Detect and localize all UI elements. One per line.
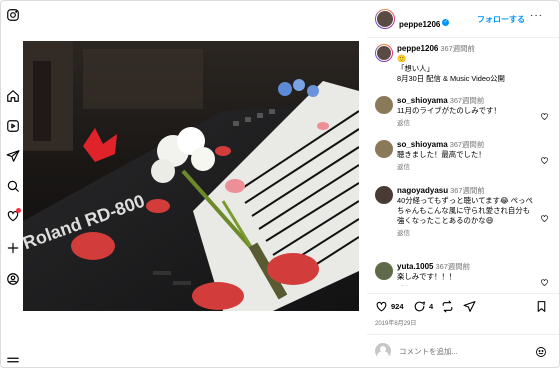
- like-count[interactable]: 924: [391, 302, 404, 311]
- like-comment-icon[interactable]: [540, 210, 549, 222]
- comment-time: 367週間前: [435, 262, 470, 271]
- share-button[interactable]: [463, 300, 476, 313]
- instagram-post-window: Roland RD-800 peppe1206 ✓ フォローする ··· pep…: [0, 0, 560, 368]
- bookmark-icon: [537, 301, 546, 312]
- caption-text: peppe1206 367週間前 🙂 「想い人」 8月30日 配信 & Music…: [397, 44, 537, 84]
- post-sidebar: peppe1206 ✓ フォローする ··· peppe1206 367週間前 🙂 …: [367, 1, 559, 367]
- current-user-avatar: [375, 343, 391, 359]
- post-date: 2019年8月29日: [375, 321, 417, 327]
- reply-button[interactable]: 返信: [397, 229, 537, 239]
- left-navigation: [1, 1, 23, 367]
- add-comment-bar: コメントを追加...: [367, 334, 559, 367]
- caption-time[interactable]: 367週間前: [440, 44, 475, 53]
- post-image[interactable]: Roland RD-800: [23, 41, 359, 311]
- comment-text: 11月のライブがたのしみです！: [397, 106, 501, 115]
- emoji-icon[interactable]: [535, 345, 547, 357]
- repost-button[interactable]: [441, 300, 454, 313]
- comment-username[interactable]: so_shioyama: [397, 140, 448, 149]
- share-icon: [463, 301, 476, 312]
- heart-icon: [376, 301, 387, 312]
- comment-username[interactable]: so_shioyama: [397, 96, 448, 105]
- repost-icon: [442, 300, 453, 313]
- comment-text: 聴きました！最高でした！: [397, 150, 486, 159]
- messages-icon[interactable]: [6, 149, 20, 163]
- save-button[interactable]: [535, 300, 548, 313]
- reply-button[interactable]: 返信: [397, 285, 537, 286]
- post-header: peppe1206 ✓ フォローする ···: [367, 1, 559, 38]
- reply-button[interactable]: 返信: [397, 119, 537, 129]
- comment-input[interactable]: コメントを追加...: [399, 346, 458, 357]
- verified-icon: ✓: [442, 19, 450, 27]
- reply-button[interactable]: 返信: [397, 163, 537, 173]
- create-plus-icon[interactable]: [6, 241, 20, 255]
- comments-section: peppe1206 367週間前 🙂 「想い人」 8月30日 配信 & Music…: [367, 38, 559, 286]
- search-icon[interactable]: [6, 179, 20, 193]
- commenter-avatar[interactable]: [375, 140, 393, 158]
- more-options-icon[interactable]: ···: [530, 10, 543, 21]
- author-username[interactable]: peppe1206: [399, 20, 440, 29]
- caption-line3: 8月30日 配信 & Music Video公開: [397, 74, 505, 83]
- like-button[interactable]: 924: [375, 300, 404, 313]
- comment-count: 4: [429, 302, 434, 311]
- like-comment-icon[interactable]: [540, 108, 549, 120]
- post-actions: 924 4 2019年8月29日: [367, 293, 559, 334]
- comment-time: 367週間前: [449, 96, 485, 105]
- profile-avatar-icon[interactable]: [6, 272, 20, 286]
- notifications-heart-icon[interactable]: [6, 208, 21, 223]
- comment-time: 367週間前: [450, 186, 485, 195]
- comment-icon: [414, 301, 425, 312]
- author-name-row: peppe1206 ✓: [399, 14, 450, 32]
- like-comment-icon[interactable]: [540, 274, 549, 286]
- follow-button[interactable]: フォローする: [477, 14, 525, 25]
- caption-line2: 「想い人」: [397, 64, 434, 73]
- commenter-avatar[interactable]: [375, 96, 393, 114]
- comment-button[interactable]: 4: [413, 300, 433, 313]
- instagram-logo-icon[interactable]: [6, 8, 20, 22]
- notification-badge: [16, 208, 21, 213]
- comment-username[interactable]: yuta.1005: [397, 262, 433, 271]
- like-comment-icon[interactable]: [540, 152, 549, 164]
- caption-line1: 🙂: [397, 54, 407, 63]
- commenter-avatar[interactable]: [375, 186, 393, 204]
- caption-username[interactable]: peppe1206: [397, 44, 438, 53]
- commenter-avatar[interactable]: [375, 262, 393, 280]
- comment-text: 楽しみです！！！: [397, 272, 457, 281]
- comment-time: 367週間前: [449, 140, 485, 149]
- comment-username[interactable]: nagoyadyasu: [397, 186, 448, 195]
- comment-text: 40分経ってもずっと聴いてます😂 ぺっぺちゃんもこんな風に守られ愛され自分も強く…: [397, 196, 533, 225]
- reels-icon[interactable]: [6, 119, 20, 133]
- menu-hamburger-icon[interactable]: [6, 353, 20, 367]
- author-avatar[interactable]: [375, 9, 395, 29]
- caption-avatar[interactable]: [375, 44, 393, 62]
- home-icon[interactable]: [6, 89, 20, 103]
